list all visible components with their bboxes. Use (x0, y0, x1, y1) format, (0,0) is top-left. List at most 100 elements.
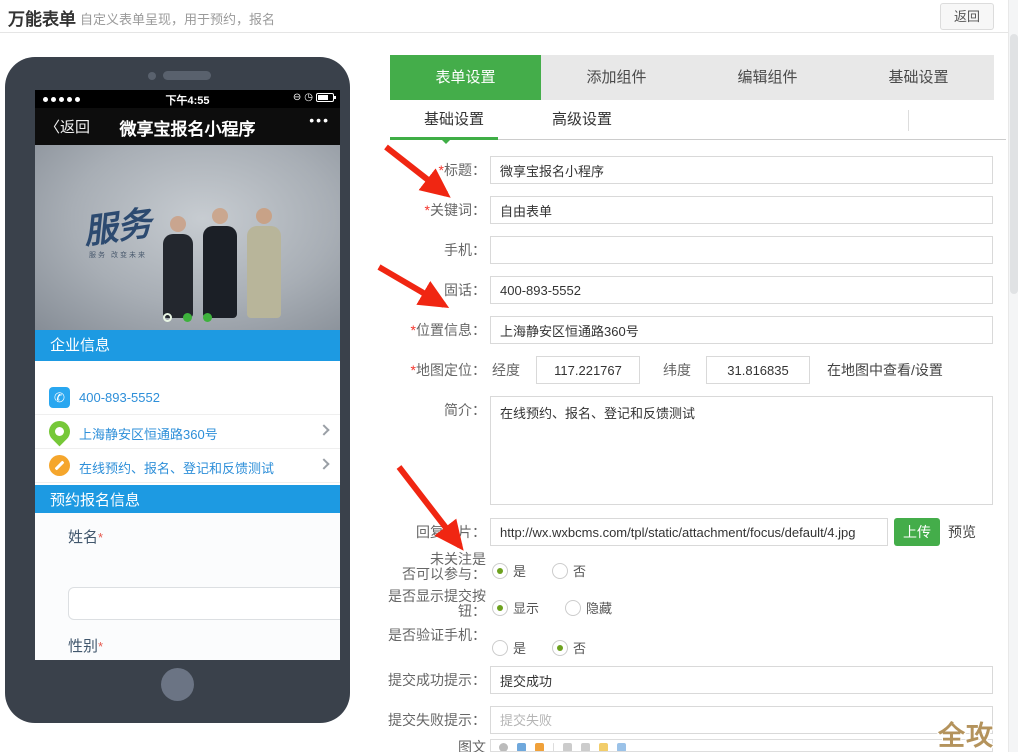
tab-edit-component[interactable]: 编辑组件 (692, 55, 843, 100)
radio-show[interactable]: 显示 (492, 598, 539, 617)
row-unfollow-participate: 未关注是否可以参与： 是 否 (370, 552, 1010, 586)
tab-add-component[interactable]: 添加组件 (541, 55, 692, 100)
richtext-editor-toolbar[interactable] (490, 739, 993, 752)
name-field-label: 姓名* (68, 526, 103, 547)
verify-phone-radio-group: 是 否 (492, 638, 586, 657)
show-submit-label: 是否显示提交按钮： (370, 589, 486, 619)
mobile-label: 手机： (370, 236, 486, 264)
editor-source-icon[interactable] (499, 743, 508, 752)
subtab-divider (908, 110, 909, 131)
sub-tabs: 基础设置 高级设置 (390, 100, 1008, 141)
reply-image-label: 回复图片： (370, 518, 486, 546)
location-pin-icon (45, 417, 75, 447)
upload-button[interactable]: 上传 (894, 518, 940, 546)
phone-signup-form: 姓名* 性别* (35, 513, 340, 660)
radio-dot-icon (492, 600, 508, 616)
banner-calligraphy: 服务 (80, 196, 154, 254)
longitude-input[interactable] (536, 356, 640, 384)
editor-link-icon[interactable] (617, 743, 626, 752)
richtext-label: 图文 (370, 740, 486, 752)
radio-no[interactable]: 否 (552, 638, 586, 657)
title-label: *标题： (370, 156, 486, 184)
radio-yes[interactable]: 是 (492, 561, 526, 580)
banner-person (203, 208, 237, 318)
list-item-phone[interactable]: ✆ 400-893-5552 (35, 381, 340, 415)
carousel-dot[interactable] (203, 313, 212, 322)
phone-icon: ✆ (49, 387, 70, 408)
radio-dot-icon (552, 640, 568, 656)
unfollow-label: 未关注是否可以参与： (370, 552, 486, 582)
signup-section-header: 预约报名信息 (35, 485, 340, 516)
phone-mockup: 下午4:55 ⊖ ◷ 〈返回 微享宝报名小程序 ••• 服务 服务 改变未来 (5, 57, 350, 723)
row-fail-tip: 提交失败提示： (370, 706, 1010, 734)
intro-textarea[interactable]: 在线预约、报名、登记和反馈测试 (490, 396, 993, 505)
row-intro: 简介： 在线预约、报名、登记和反馈测试 (370, 396, 1010, 506)
more-menu-icon[interactable]: ••• (309, 112, 330, 128)
list-item-text: 400-893-5552 (79, 390, 160, 405)
pencil-icon (49, 455, 70, 476)
list-item-address[interactable]: 上海静安区恒通路360号 (35, 415, 340, 449)
name-input[interactable] (68, 587, 340, 620)
toolbar-divider (553, 743, 554, 752)
banner-person (163, 216, 193, 318)
latitude-label: 纬度 (663, 356, 691, 384)
carousel-dots[interactable] (35, 313, 340, 322)
success-tip-input[interactable] (490, 666, 993, 694)
subtab-basic[interactable]: 基础设置 (390, 100, 518, 140)
scrollbar[interactable] (1008, 0, 1018, 752)
preview-link[interactable]: 预览 (948, 518, 976, 546)
title-input[interactable] (490, 156, 993, 184)
mobile-input[interactable] (490, 236, 993, 264)
fail-tip-input[interactable] (490, 706, 993, 734)
reply-image-url-input[interactable] (490, 518, 888, 546)
carousel-dot[interactable] (183, 313, 192, 322)
list-item-intro[interactable]: 在线预约、报名、登记和反馈测试 (35, 449, 340, 483)
subtab-advanced[interactable]: 高级设置 (518, 100, 646, 140)
page-subtitle: 自定义表单呈现，用于预约，报名 (80, 9, 275, 28)
main-tabs: 表单设置 添加组件 编辑组件 基础设置 (390, 55, 994, 100)
row-keyword: *关键词： (370, 196, 1010, 224)
back-button[interactable]: 返回 (940, 3, 994, 30)
row-show-submit: 是否显示提交按钮： 显示 隐藏 (370, 589, 1010, 623)
row-success-tip: 提交成功提示： (370, 666, 1010, 694)
row-location: *位置信息： (370, 316, 1010, 344)
editor-color-icon[interactable] (517, 743, 526, 752)
app-root: 万能表单 自定义表单呈现，用于预约，报名 返回 下午4:55 ⊖ ◷ 〈返回 微… (0, 0, 1018, 752)
editor-italic-icon[interactable] (581, 743, 590, 752)
editor-bold-icon[interactable] (563, 743, 572, 752)
scrollbar-thumb[interactable] (1010, 34, 1018, 294)
list-item-text: 上海静安区恒通路360号 (79, 424, 218, 443)
row-title: *标题： (370, 156, 1010, 184)
watermark: 全攻略 (938, 714, 1018, 752)
clock-icon: ◷ (304, 92, 313, 103)
radio-dot-icon (565, 600, 581, 616)
tab-form-settings[interactable]: 表单设置 (390, 55, 541, 100)
editor-highlight-icon[interactable] (535, 743, 544, 752)
company-info-list: ✆ 400-893-5552 上海静安区恒通路360号 在线预约、报名、登记和反… (35, 361, 340, 485)
show-submit-radio-group: 显示 隐藏 (492, 598, 612, 617)
keyword-input[interactable] (490, 196, 993, 224)
phone-nav-title: 微享宝报名小程序 (35, 115, 340, 140)
phone-home-button (161, 668, 194, 701)
gender-field-label: 性别* (68, 635, 103, 656)
tab-basic-settings[interactable]: 基础设置 (843, 55, 994, 100)
carousel-dot[interactable] (163, 313, 172, 322)
view-on-map-link[interactable]: 在地图中查看/设置 (827, 356, 943, 384)
row-verify-phone: 是否验证手机： 是 否 (370, 626, 1010, 660)
radio-no[interactable]: 否 (552, 561, 586, 580)
radio-hide[interactable]: 隐藏 (565, 598, 612, 617)
banner-caption: 服务 改变未来 (89, 250, 147, 260)
editor-image-icon[interactable] (599, 743, 608, 752)
tel-input[interactable] (490, 276, 993, 304)
radio-yes[interactable]: 是 (492, 638, 526, 657)
row-mobile: 手机： (370, 236, 1010, 264)
location-input[interactable] (490, 316, 993, 344)
phone-status-bar: 下午4:55 ⊖ ◷ (35, 90, 340, 108)
intro-label: 简介： (370, 396, 486, 424)
banner-person (247, 208, 281, 318)
phone-speaker (163, 71, 211, 80)
unfollow-radio-group: 是 否 (492, 561, 586, 580)
phone-camera-dot (148, 72, 156, 80)
latitude-input[interactable] (706, 356, 810, 384)
banner-carousel[interactable]: 服务 服务 改变未来 (35, 145, 340, 330)
